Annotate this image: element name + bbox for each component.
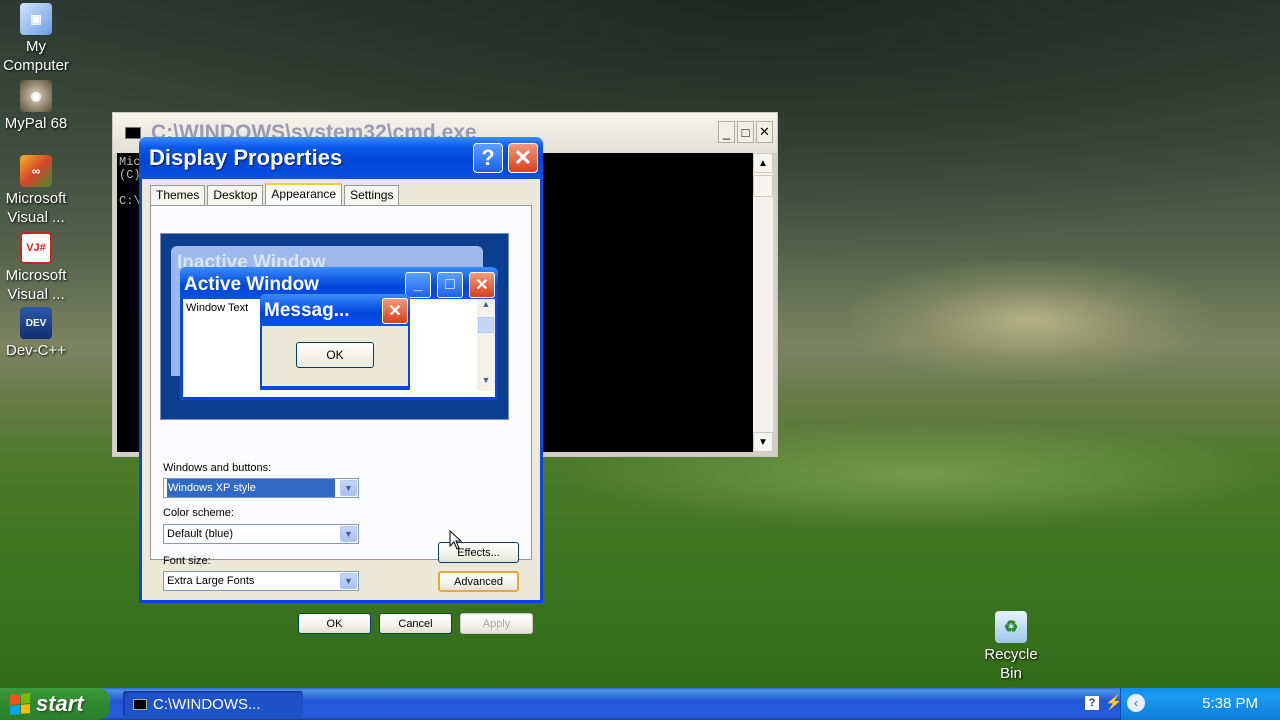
help-button[interactable]: ? [473, 143, 503, 173]
chevron-down-icon[interactable]: ▼ [340, 526, 357, 542]
dialog-body: Themes Desktop Appearance Settings Inact… [142, 179, 540, 634]
scroll-thumb[interactable] [753, 175, 773, 197]
display-properties-dialog[interactable]: Display Properties ? ✕ Themes Desktop Ap… [139, 137, 543, 634]
scroll-up-arrow-icon[interactable]: ▲ [753, 153, 773, 173]
preview-scrollbar: ▲ ▼ [477, 299, 495, 391]
desktop-icon-my-computer[interactable]: ▣ My Computer [0, 3, 74, 75]
cancel-button[interactable]: Cancel [379, 613, 452, 634]
dev-cpp-icon: DEV [20, 307, 52, 339]
minimize-button[interactable]: _ [718, 121, 735, 143]
preview-message-close-icon: ✕ [382, 298, 408, 324]
mouse-cursor-icon [449, 530, 463, 550]
windows-buttons-label: Windows and buttons: [163, 462, 272, 474]
desktop-icon-visual-j[interactable]: VJ# Microsoft Visual ... [0, 232, 74, 304]
tab-appearance[interactable]: Appearance [265, 183, 343, 205]
color-scheme-select[interactable]: Default (blue) ▼ [163, 524, 359, 544]
desktop-icon-label: MyPal 68 [4, 115, 68, 132]
start-label: start [36, 691, 84, 716]
recycle-bin-icon: ♻ [995, 611, 1027, 643]
taskbar-item-cmd[interactable]: C:\WINDOWS... [123, 691, 303, 717]
close-button[interactable]: ✕ [508, 143, 538, 173]
preview-close-icon: ✕ [469, 272, 495, 298]
my-computer-icon: ▣ [20, 3, 52, 35]
preview-window-text: Window Text [186, 302, 249, 314]
desktop-icon-label: My Computer [3, 38, 69, 74]
network-tray-icon[interactable]: ⚡ [1105, 694, 1122, 711]
tab-strip: Themes Desktop Appearance Settings [150, 183, 401, 205]
desktop-icon-dev-cpp[interactable]: DEV Dev-C++ [0, 307, 74, 360]
tab-desktop[interactable]: Desktop [207, 185, 264, 205]
color-scheme-label: Color scheme: [163, 507, 234, 519]
taskbar: start C:\WINDOWS... ? ⚡ ‹ 5:38 PM [0, 688, 1280, 720]
appearance-preview: Inactive Window Active Window _ □ ✕ Wind… [160, 233, 509, 420]
font-size-select[interactable]: Extra Large Fonts ▼ [163, 571, 359, 591]
desktop-icon-mypal[interactable]: ◉ MyPal 68 [0, 80, 74, 133]
cmd-scrollbar[interactable]: ▲ ▼ [753, 153, 773, 452]
preview-scroll-up-icon: ▲ [481, 299, 491, 309]
close-button[interactable]: ✕ [756, 121, 773, 143]
visual-studio-icon: ∞ [20, 155, 52, 187]
tab-themes[interactable]: Themes [150, 185, 206, 205]
color-scheme-value: Default (blue) [167, 528, 234, 540]
system-tray: ? ⚡ ‹ 5:38 PM [1085, 688, 1280, 720]
preview-minimize-icon: _ [405, 272, 431, 298]
start-button[interactable]: start [0, 688, 110, 720]
font-size-label: Font size: [163, 555, 211, 567]
windows-flag-icon [10, 692, 30, 716]
clock[interactable]: 5:38 PM [1202, 695, 1258, 712]
advanced-button[interactable]: Advanced [438, 571, 519, 592]
cmd-icon [125, 127, 141, 139]
preview-maximize-icon: □ [437, 272, 463, 298]
preview-message-body: OK [262, 326, 408, 386]
desktop-icon-label: Microsoft Visual ... [5, 190, 67, 226]
chevron-down-icon[interactable]: ▼ [340, 573, 357, 589]
apply-button[interactable]: Apply [460, 613, 533, 634]
scroll-down-arrow-icon[interactable]: ▼ [753, 432, 773, 452]
dialog-title: Display Properties [149, 145, 343, 170]
mypal-icon: ◉ [20, 80, 52, 112]
desktop-icon-label: Dev-C++ [5, 342, 67, 359]
desktop-icon-label: Microsoft Visual ... [5, 267, 67, 303]
dialog-titlebar[interactable]: Display Properties ? ✕ [139, 137, 543, 179]
ok-button[interactable]: OK [298, 613, 371, 634]
chevron-down-icon[interactable]: ▼ [340, 480, 357, 496]
preview-scroll-thumb [478, 317, 494, 333]
preview-scroll-down-icon: ▼ [481, 375, 491, 385]
windows-buttons-value: Windows XP style [167, 479, 335, 497]
maximize-button[interactable]: □ [737, 121, 754, 143]
preview-message-box: Messag... ✕ OK [260, 294, 410, 390]
desktop-icon-visual-studio[interactable]: ∞ Microsoft Visual ... [0, 155, 74, 227]
desktop-icon-recycle-bin[interactable]: ♻ Recycle Bin [973, 611, 1049, 683]
cmd-icon [133, 698, 147, 710]
help-tray-icon[interactable]: ? [1085, 696, 1099, 710]
preview-active-window: Active Window _ □ ✕ Window Text ▲ ▼ Mess… [180, 267, 498, 400]
tab-settings[interactable]: Settings [344, 185, 400, 205]
desktop-icon-label: Recycle Bin [984, 646, 1038, 682]
desktop-wallpaper-glow [850, 260, 1210, 380]
taskbar-item-label: C:\WINDOWS... [153, 695, 261, 713]
visual-j-icon: VJ# [20, 232, 52, 264]
font-size-value: Extra Large Fonts [167, 575, 255, 587]
preview-ok-button: OK [296, 342, 374, 368]
show-hidden-icons-chevron-icon[interactable]: ‹ [1127, 694, 1145, 712]
windows-buttons-select[interactable]: Windows XP style ▼ [163, 478, 359, 498]
